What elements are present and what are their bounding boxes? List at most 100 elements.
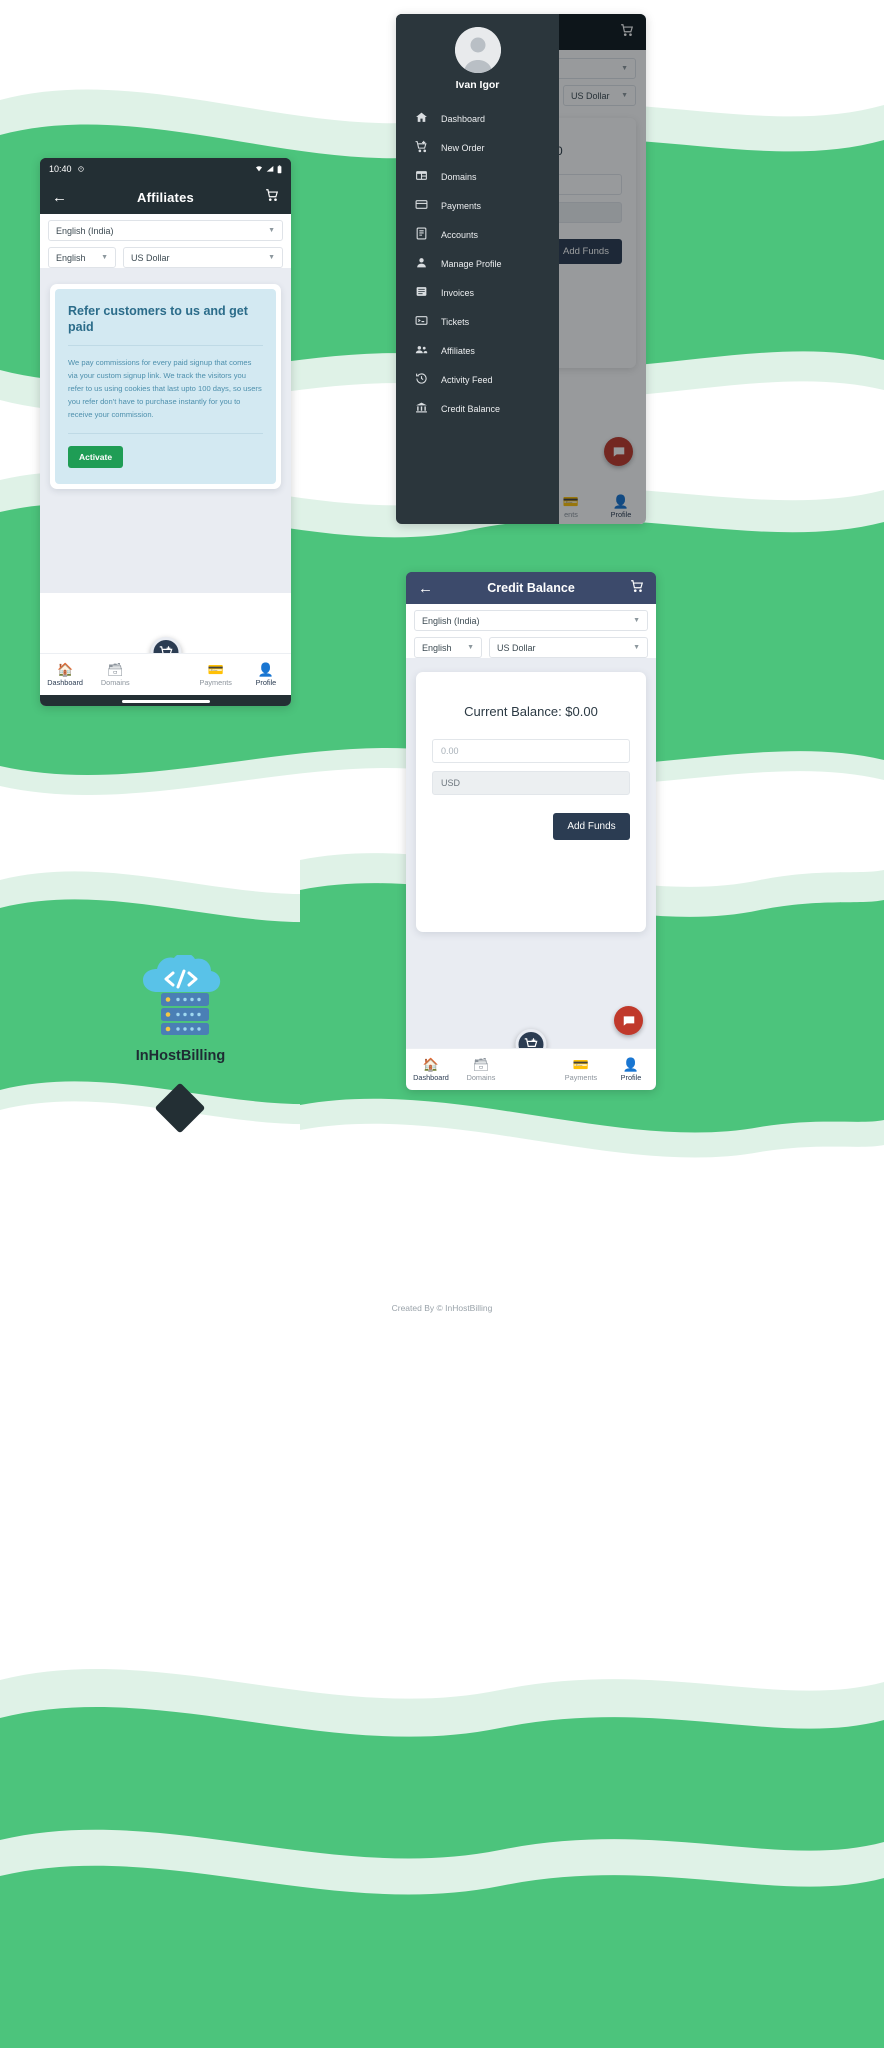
card-icon bbox=[414, 198, 428, 213]
drawer-item-label: Dashboard bbox=[441, 113, 486, 124]
domains-icon bbox=[414, 169, 428, 184]
phone-affiliates-screen: 10:40 ← Affiliates English (India) ▼ Eng… bbox=[40, 158, 291, 706]
back-arrow-icon[interactable]: ← bbox=[52, 190, 67, 205]
brand-name: InHostBilling bbox=[135, 1048, 226, 1064]
drawer-item-manage-profile[interactable]: Manage Profile bbox=[396, 249, 559, 278]
drawer-item-label: Tickets bbox=[441, 316, 470, 327]
people-icon bbox=[414, 343, 428, 358]
home-icon bbox=[414, 111, 428, 126]
currency-input[interactable]: USD bbox=[432, 771, 630, 795]
region-select[interactable]: English (India) ▼ bbox=[48, 220, 283, 241]
region-select-value: English (India) bbox=[422, 615, 480, 626]
activate-button[interactable]: Activate bbox=[68, 446, 124, 469]
invoices-icon bbox=[414, 285, 428, 300]
person-icon: 👤 bbox=[257, 661, 274, 677]
avatar bbox=[454, 27, 501, 73]
home-icon: 🏠 bbox=[422, 1056, 440, 1072]
drawer-item-label: Domains bbox=[441, 171, 477, 182]
drawer-item-label: Payments bbox=[441, 200, 482, 211]
alarm-icon bbox=[77, 166, 84, 172]
nav-item-dashboard[interactable]: 🏠 Dashboard bbox=[40, 663, 90, 687]
chevron-down-icon: ▼ bbox=[467, 644, 474, 651]
gesture-bar bbox=[40, 695, 291, 706]
drawer-item-label: Accounts bbox=[441, 229, 479, 240]
currency-select[interactable]: US Dollar ▼ bbox=[489, 637, 648, 658]
promo-title: Refer customers to us and get paid bbox=[68, 303, 263, 346]
currency-select-value: US Dollar bbox=[497, 642, 536, 653]
drawer-item-domains[interactable]: Domains bbox=[396, 162, 559, 191]
appbar: ← Credit Balance bbox=[406, 572, 656, 604]
amount-input[interactable]: 0.00 bbox=[432, 739, 630, 763]
appbar: ← Affiliates bbox=[40, 180, 291, 214]
content-area: Current Balance: $0.00 0.00 USD Add Fund… bbox=[406, 658, 656, 1048]
nav-item-domains[interactable]: 🗃 Domains bbox=[456, 1058, 506, 1082]
drawer-item-accounts[interactable]: Accounts bbox=[396, 220, 559, 249]
nav-label: Payments bbox=[199, 677, 232, 687]
page-title: Credit Balance bbox=[487, 581, 575, 595]
drawer-item-invoices[interactable]: Invoices bbox=[396, 278, 559, 307]
diamond-shape bbox=[154, 1082, 206, 1134]
accounts-icon bbox=[414, 227, 428, 242]
chevron-down-icon: ▼ bbox=[268, 254, 275, 261]
language-select[interactable]: English ▼ bbox=[414, 637, 482, 658]
nav-item-payments[interactable]: 💳 Payments bbox=[191, 663, 241, 687]
add-funds-button[interactable]: Add Funds bbox=[553, 813, 630, 840]
chat-icon[interactable] bbox=[614, 1006, 643, 1035]
chevron-down-icon: ▼ bbox=[633, 644, 640, 651]
drawer-header: Ivan Igor bbox=[396, 14, 559, 104]
nav-label: Profile bbox=[255, 677, 277, 687]
affiliate-promo-card: Refer customers to us and get paid We pa… bbox=[50, 284, 281, 490]
nav-item-dashboard[interactable]: 🏠 Dashboard bbox=[406, 1058, 456, 1082]
screenshot-canvas: 10:40 ← Affiliates English (India) ▼ Eng… bbox=[0, 0, 884, 2048]
nav-item-profile[interactable]: 👤 Profile bbox=[241, 663, 291, 687]
nav-item-profile[interactable]: 👤 Profile bbox=[606, 1058, 656, 1082]
drawer-item-activity-feed[interactable]: Activity Feed bbox=[396, 365, 559, 394]
cart-icon[interactable] bbox=[630, 579, 644, 598]
bottom-navigation: 🏠 Dashboard 🗃 Domains 💳 Payments 👤 Profi… bbox=[40, 653, 291, 695]
drawer-item-tickets[interactable]: Tickets bbox=[396, 307, 559, 336]
signal-icon bbox=[266, 166, 274, 172]
drawer-item-payments[interactable]: Payments bbox=[396, 191, 559, 220]
region-select[interactable]: English (India) ▼ bbox=[414, 610, 648, 631]
drawer-item-affiliates[interactable]: Affiliates bbox=[396, 336, 559, 365]
back-arrow-icon[interactable]: ← bbox=[418, 581, 433, 596]
nav-item-payments[interactable]: 💳 Payments bbox=[556, 1058, 606, 1082]
phone-credit-balance-screen: ← Credit Balance English (India) ▼ Engli… bbox=[406, 572, 656, 1090]
phone-drawer-screen: English (India) ▼ English ▼ US Dollar ▼ … bbox=[396, 14, 646, 524]
page-title: Affiliates bbox=[137, 189, 194, 205]
nav-label: Dashboard bbox=[413, 1072, 449, 1082]
chevron-down-icon: ▼ bbox=[101, 254, 108, 261]
locale-selectors: English (India) ▼ English ▼ US Dollar ▼ bbox=[40, 214, 291, 268]
drawer-item-credit-balance[interactable]: Credit Balance bbox=[396, 394, 559, 423]
screen-body: English (India) ▼ English ▼ US Dollar ▼ bbox=[40, 214, 291, 706]
drawer-item-new-order[interactable]: New Order bbox=[396, 133, 559, 162]
history-icon bbox=[414, 372, 428, 387]
cart-icon[interactable] bbox=[265, 188, 279, 207]
drawer-item-label: Invoices bbox=[441, 287, 475, 298]
add-to-cart-icon bbox=[414, 140, 428, 155]
person-icon: 👤 bbox=[622, 1056, 640, 1072]
credit-balance-card: Current Balance: $0.00 0.00 USD Add Fund… bbox=[416, 672, 646, 932]
battery-icon bbox=[277, 164, 282, 173]
currency-select[interactable]: US Dollar ▼ bbox=[123, 247, 283, 268]
nav-label: Profile bbox=[620, 1072, 642, 1082]
green-wave-background-bottom bbox=[0, 1669, 884, 2048]
bottom-navigation: 🏠 Dashboard 🗃 Domains 💳 Payments 👤 Profi… bbox=[406, 1048, 656, 1090]
card-icon: 💳 bbox=[207, 661, 224, 677]
locale-selectors: English (India) ▼ English ▼ US Dollar ▼ bbox=[406, 604, 656, 658]
nav-label: Payments bbox=[564, 1072, 598, 1082]
nav-item-domains[interactable]: 🗃 Domains bbox=[90, 663, 140, 687]
ticket-icon bbox=[414, 314, 428, 329]
nav-label: Domains bbox=[466, 1072, 496, 1082]
domains-icon: 🗃 bbox=[472, 1056, 490, 1072]
chevron-down-icon: ▼ bbox=[633, 617, 640, 624]
drawer-item-dashboard[interactable]: Dashboard bbox=[396, 104, 559, 133]
nav-label: Dashboard bbox=[47, 677, 83, 687]
language-select[interactable]: English ▼ bbox=[48, 247, 116, 268]
drawer-item-label: Credit Balance bbox=[441, 403, 501, 414]
nav-label: Domains bbox=[100, 677, 130, 687]
wifi-icon bbox=[256, 166, 262, 172]
domains-icon: 🗃 bbox=[107, 661, 124, 677]
home-icon: 🏠 bbox=[57, 661, 74, 677]
cloud-code-server-icon bbox=[142, 952, 220, 1035]
